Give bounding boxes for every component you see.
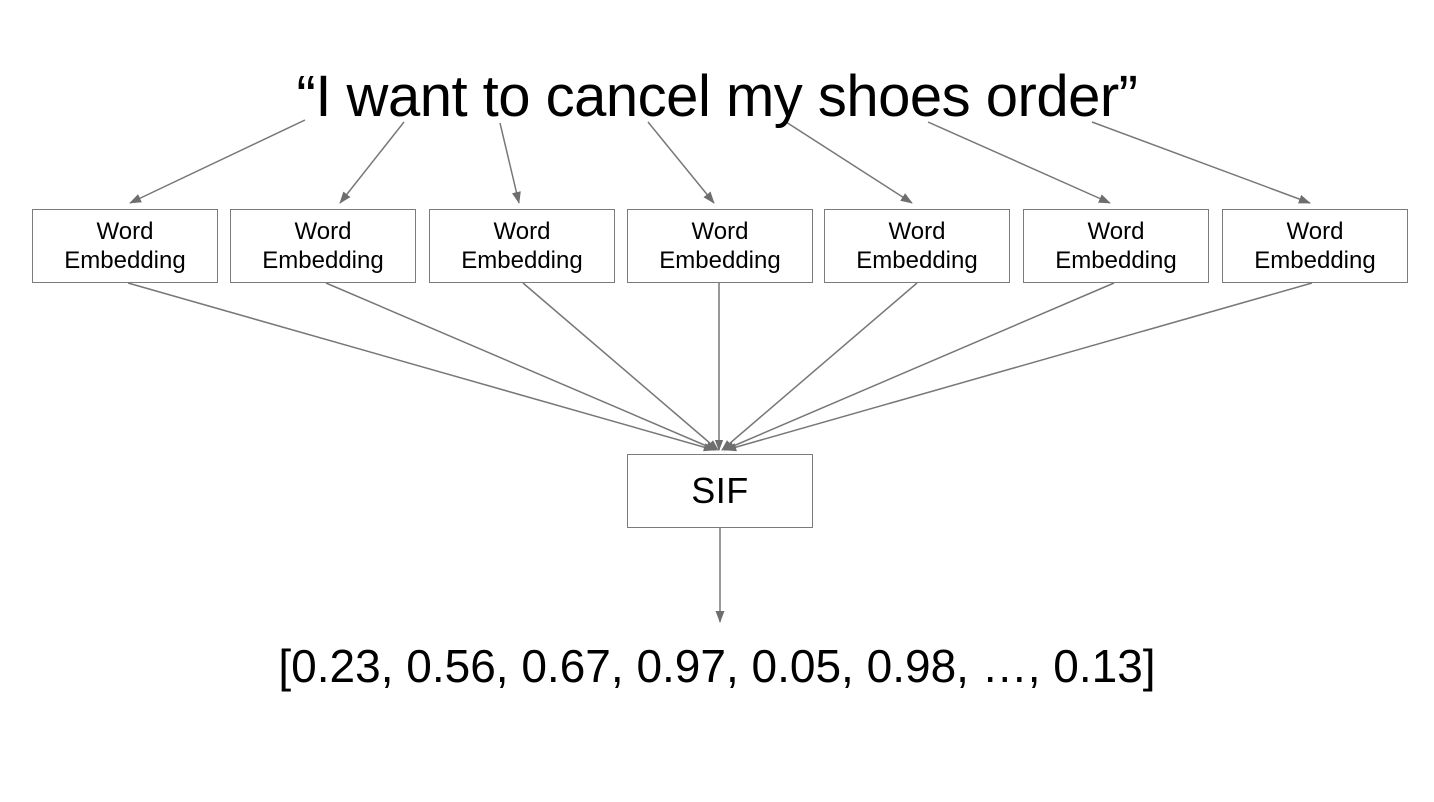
edge-title-to-we-2 — [339, 121, 405, 204]
edge-we-6-to-sif — [723, 282, 1115, 451]
edge-we-7-to-sif — [724, 282, 1313, 452]
edge-we-5-to-sif — [721, 282, 918, 451]
edge-title-to-we-6 — [927, 121, 1111, 204]
word-embedding-label-line1: Word — [888, 218, 946, 245]
word-embedding-box-4[interactable]: Word Embedding — [627, 209, 813, 283]
word-embedding-box-1[interactable]: Word Embedding — [32, 209, 218, 283]
sif-sentence-embedding-diagram: “I want to cancel my shoes order” Word E… — [0, 0, 1434, 802]
edge-we-3-to-sif — [522, 282, 719, 451]
word-embedding-label-line1: Word — [493, 218, 551, 245]
word-embedding-label-line2: Embedding — [1055, 247, 1177, 274]
edge-we-1-to-sif — [127, 282, 716, 452]
word-embedding-label-line1: Word — [1087, 218, 1145, 245]
edge-title-to-we-1 — [129, 119, 306, 204]
word-embedding-label-line2: Embedding — [64, 247, 186, 274]
edge-title-to-we-7 — [1091, 121, 1311, 204]
word-embedding-label-line2: Embedding — [461, 247, 583, 274]
sif-label: SIF — [691, 470, 749, 511]
word-embedding-label-line1: Word — [96, 218, 154, 245]
word-embedding-label-line2: Embedding — [1254, 247, 1376, 274]
word-embedding-box-7[interactable]: Word Embedding — [1222, 209, 1408, 283]
sif-box[interactable]: SIF — [627, 454, 813, 528]
word-embedding-label-line2: Embedding — [262, 247, 384, 274]
page-title: “I want to cancel my shoes order” — [296, 64, 1138, 129]
word-embedding-label-line1: Word — [1286, 218, 1344, 245]
word-embedding-label-line2: Embedding — [659, 247, 781, 274]
edge-title-to-we-3 — [499, 122, 521, 204]
word-embedding-label-line1: Word — [294, 218, 352, 245]
edge-we-2-to-sif — [325, 282, 717, 451]
edge-title-to-we-5 — [785, 121, 913, 204]
word-embedding-box-3[interactable]: Word Embedding — [429, 209, 615, 283]
output-vector: [0.23, 0.56, 0.67, 0.97, 0.05, 0.98, …, … — [278, 640, 1156, 692]
word-embedding-label-line1: Word — [691, 218, 749, 245]
edge-title-to-we-4 — [647, 121, 715, 204]
word-embedding-box-2[interactable]: Word Embedding — [230, 209, 416, 283]
word-embedding-box-5[interactable]: Word Embedding — [824, 209, 1010, 283]
word-embedding-label-line2: Embedding — [856, 247, 978, 274]
word-embedding-box-6[interactable]: Word Embedding — [1023, 209, 1209, 283]
